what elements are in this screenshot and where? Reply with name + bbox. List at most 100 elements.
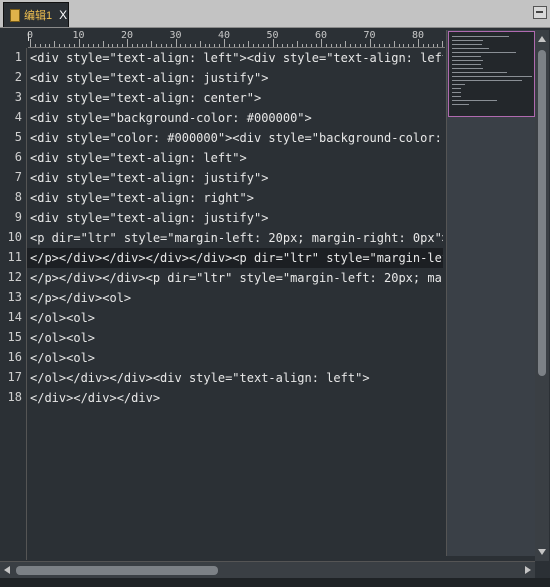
ruler-tick	[432, 44, 434, 47]
ruler-tick	[44, 44, 46, 47]
minimap-line	[452, 76, 532, 77]
code-line[interactable]: <div style="text-align: left">	[27, 148, 443, 168]
vertical-scroll-thumb[interactable]	[538, 50, 546, 376]
ruler-tick	[117, 44, 119, 47]
minimap-line	[452, 80, 523, 81]
code-line[interactable]: <div style="color: #000000"><div style="…	[27, 128, 443, 148]
ruler-tick	[63, 44, 65, 47]
minimap-line	[452, 52, 516, 53]
code-line[interactable]: </div></div></div>	[27, 388, 443, 408]
minimap-line	[452, 84, 466, 85]
code-editor[interactable]: <div style="text-align: left"><div style…	[27, 48, 443, 560]
ruler-tick	[122, 44, 124, 47]
code-line[interactable]: </ol></div></div><div style="text-align:…	[27, 368, 443, 388]
code-line[interactable]: </ol><ol>	[27, 328, 443, 348]
ruler-tick	[39, 44, 41, 47]
minimize-icon[interactable]	[533, 6, 547, 19]
ruler-tick	[287, 44, 289, 47]
ruler-tick	[398, 44, 400, 47]
minimap[interactable]	[446, 30, 535, 556]
line-number: 13	[7, 290, 22, 304]
vertical-scrollbar[interactable]	[535, 30, 549, 561]
code-line[interactable]: <div style="text-align: justify">	[27, 168, 443, 188]
ruler-tick	[209, 44, 211, 47]
ruler-tick	[364, 44, 366, 47]
ruler-tick	[291, 44, 293, 47]
ruler-tick	[160, 44, 162, 47]
ruler-tick	[379, 44, 381, 47]
ruler-tick	[248, 41, 250, 47]
horizontal-scrollbar[interactable]	[0, 561, 535, 578]
line-number: 1	[14, 50, 22, 64]
scrollbar-corner	[535, 561, 550, 578]
ruler-tick	[233, 44, 235, 47]
code-line[interactable]: </ol><ol>	[27, 308, 443, 328]
code-line[interactable]: <div style="text-align: center">	[27, 88, 443, 108]
minimap-line	[452, 88, 461, 89]
ruler-tick	[306, 44, 308, 47]
ruler-tick	[257, 44, 259, 47]
ruler-label: 10	[72, 30, 85, 41]
ruler-tick	[422, 44, 424, 47]
ruler-label: 40	[217, 30, 231, 41]
minimap-line	[452, 56, 481, 57]
minimap-viewport[interactable]	[448, 31, 535, 117]
current-code-line[interactable]: </p></div></div></div></div><p dir="ltr"…	[27, 248, 443, 268]
line-number: 12	[7, 270, 22, 284]
tab-bar: 编辑1 X	[0, 0, 550, 28]
ruler-label: 80	[411, 30, 425, 41]
ruler-tick	[301, 44, 303, 47]
ruler-tick	[190, 44, 192, 47]
scroll-up-arrow-icon[interactable]	[538, 36, 546, 42]
ruler-tick	[393, 41, 395, 47]
line-number: 2	[14, 70, 22, 84]
ruler-tick	[214, 44, 216, 47]
code-line[interactable]: <div style="text-align: right">	[27, 188, 443, 208]
ruler-tick	[330, 44, 332, 47]
ruler-tick	[68, 44, 70, 47]
line-number: 10	[7, 230, 22, 244]
ruler-tick	[97, 44, 99, 47]
code-line[interactable]: <div style="background-color: #000000">	[27, 108, 443, 128]
horizontal-scroll-thumb[interactable]	[16, 566, 218, 575]
code-line[interactable]: </p></div><ol>	[27, 288, 443, 308]
scroll-left-arrow-icon[interactable]	[4, 566, 10, 574]
status-strip	[0, 578, 550, 587]
line-number: 9	[14, 210, 22, 224]
code-line[interactable]: </ol><ol>	[27, 348, 443, 368]
ruler-tick	[93, 44, 95, 47]
ruler-tick	[238, 44, 240, 47]
ruler-tick	[282, 44, 284, 47]
line-number: 7	[14, 170, 22, 184]
line-number: 18	[7, 390, 22, 404]
ruler-tick	[204, 44, 206, 47]
code-line[interactable]: </p></div></div><p dir="ltr" style="marg…	[27, 268, 443, 288]
ruler-tick	[311, 44, 313, 47]
ruler-tick	[112, 44, 114, 47]
ruler-tick	[267, 44, 269, 47]
line-number: 8	[14, 190, 22, 204]
code-line[interactable]: <div style="text-align: left"><div style…	[27, 48, 443, 68]
code-line[interactable]: <div style="text-align: justify">	[27, 208, 443, 228]
ruler-tick	[151, 41, 153, 47]
ruler-tick	[185, 44, 187, 47]
ruler-tick	[219, 44, 221, 47]
ruler-tick	[413, 44, 415, 47]
tab-editor-1[interactable]: 编辑1 X	[3, 2, 69, 27]
line-number: 6	[14, 150, 22, 164]
ruler-tick	[180, 44, 182, 47]
close-icon[interactable]: X	[59, 8, 67, 22]
scroll-down-arrow-icon[interactable]	[538, 549, 546, 555]
ruler-tick	[340, 44, 342, 47]
ruler-tick	[34, 44, 36, 47]
ruler-tick	[408, 44, 410, 47]
ruler-tick	[243, 44, 245, 47]
ruler-tick	[296, 41, 298, 47]
column-ruler: 0 10 20 30 40 50 60 70 80	[27, 29, 445, 48]
ruler-tick	[403, 44, 405, 47]
minimap-line	[452, 36, 509, 37]
code-line[interactable]: <div style="text-align: justify">	[27, 68, 443, 88]
code-line[interactable]: <p dir="ltr" style="margin-left: 20px; m…	[27, 228, 443, 248]
scroll-right-arrow-icon[interactable]	[525, 566, 531, 574]
tab-title: 编辑1	[24, 10, 53, 22]
